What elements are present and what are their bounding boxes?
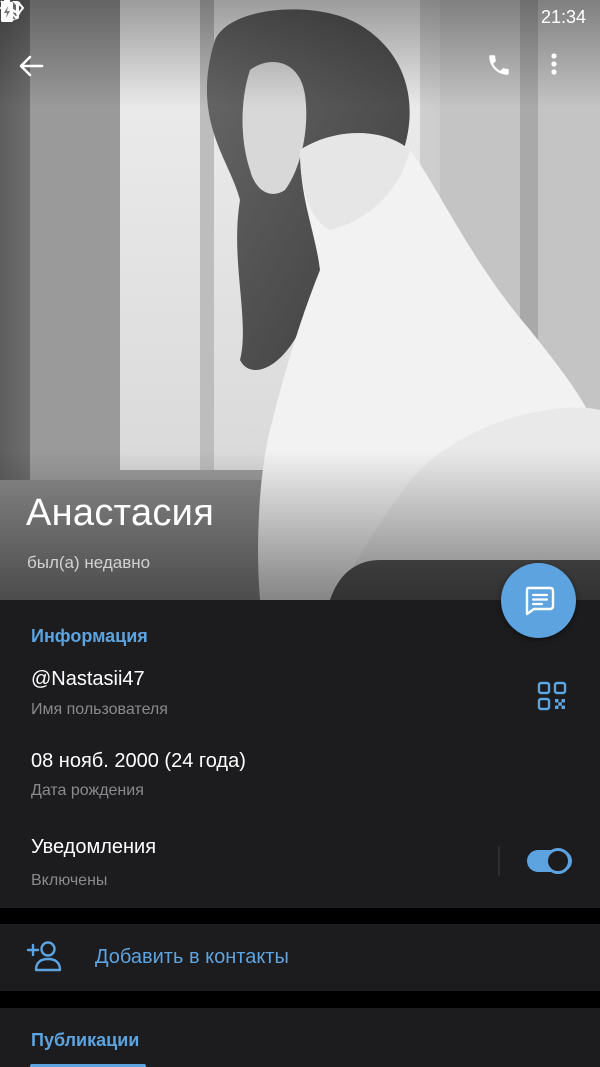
publications-tab[interactable]: Публикации bbox=[31, 1030, 139, 1051]
qr-code-icon bbox=[537, 681, 567, 711]
info-section-title: Информация bbox=[31, 626, 148, 646]
add-contact-button[interactable]: Добавить в контакты bbox=[0, 924, 600, 991]
send-message-button[interactable] bbox=[501, 563, 576, 638]
arrow-left-icon bbox=[19, 55, 44, 77]
phone-icon bbox=[489, 55, 509, 75]
notifications-label: Уведомления bbox=[31, 836, 157, 858]
toggle-divider bbox=[498, 846, 500, 876]
add-contact-label: Добавить в контакты bbox=[95, 946, 289, 968]
profile-name: Анастасия bbox=[26, 492, 215, 534]
message-icon bbox=[525, 586, 554, 615]
toggle-knob bbox=[545, 848, 571, 874]
username-label: Имя пользователя bbox=[31, 701, 168, 718]
notifications-state: Включены bbox=[31, 872, 108, 889]
qr-code-button[interactable] bbox=[536, 680, 568, 712]
profile-toolbar bbox=[0, 46, 600, 94]
clock: 21:34 bbox=[540, 6, 586, 27]
call-button[interactable] bbox=[486, 52, 522, 88]
info-section: Информация @Nastasii47 Имя пользователя … bbox=[0, 600, 600, 908]
status-bar: 21:34 bbox=[0, 0, 600, 34]
system-icons: 21:34 bbox=[0, 0, 586, 28]
birthday-value: 08 нояб. 2000 (24 года) bbox=[31, 750, 246, 772]
back-button[interactable] bbox=[18, 54, 54, 90]
more-options-button[interactable] bbox=[550, 52, 586, 88]
profile-last-seen: был(а) недавно bbox=[27, 553, 151, 572]
publications-section: Публикации bbox=[0, 1008, 600, 1067]
username-value: @Nastasii47 bbox=[31, 668, 145, 690]
profile-photo[interactable]: 21:34 Анастасия был(а) недавно bbox=[0, 0, 600, 600]
battery-icon bbox=[1, 0, 13, 22]
birthday-label: Дата рождения bbox=[31, 782, 144, 799]
notifications-toggle[interactable] bbox=[527, 848, 572, 874]
more-vertical-icon bbox=[551, 53, 557, 75]
add-user-icon bbox=[26, 941, 62, 972]
